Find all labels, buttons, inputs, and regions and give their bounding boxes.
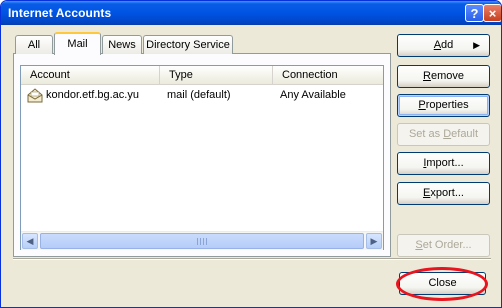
list-header: Account Type Connection (21, 66, 383, 85)
import-button[interactable]: Import... (397, 152, 490, 175)
import-label: mport... (426, 157, 464, 169)
remove-label: emove (430, 70, 464, 82)
tab-all[interactable]: All (15, 35, 53, 54)
column-header-connection[interactable]: Connection (273, 66, 383, 84)
mail-account-icon (27, 88, 43, 103)
scrollbar-thumb[interactable] (40, 233, 364, 249)
set-default-label-pre: Set as (408, 128, 444, 140)
account-name: kondor.etf.bg.ac.yu (46, 89, 139, 101)
scroll-left-icon[interactable]: ◀ (22, 233, 38, 249)
account-connection: Any Available (280, 89, 346, 101)
remove-button[interactable]: Remove (397, 65, 490, 88)
horizontal-scrollbar[interactable]: ◀ ▶ (21, 231, 383, 250)
set-as-default-button[interactable]: Set as Default (397, 123, 490, 146)
export-label: xport... (430, 187, 464, 199)
accounts-list[interactable]: Account Type Connection kondor.etf.bg.ac… (20, 65, 384, 250)
column-header-account[interactable]: Account (21, 66, 160, 84)
table-row[interactable]: kondor.etf.bg.ac.yu mail (default) Any A… (21, 86, 383, 104)
set-order-button[interactable]: Set Order... (397, 234, 490, 257)
set-order-label-post: et Order... (422, 239, 472, 251)
export-button[interactable]: Export... (397, 182, 490, 205)
window-close-button[interactable]: × (483, 4, 501, 22)
grip-icon (197, 238, 207, 245)
remove-access-key: R (423, 70, 431, 82)
set-default-access-key: D (443, 128, 452, 140)
add-button[interactable]: Add ▶ (397, 34, 490, 57)
title-bar[interactable]: Internet Accounts ? × (1, 1, 501, 25)
scroll-right-icon[interactable]: ▶ (366, 233, 382, 249)
account-type: mail (default) (167, 89, 231, 101)
add-access-key: A (433, 39, 442, 51)
help-button[interactable]: ? (465, 4, 484, 22)
close-button[interactable]: Close (399, 272, 486, 295)
separator (13, 258, 491, 260)
set-default-label-post: efault (451, 128, 479, 140)
properties-label: roperties (425, 99, 469, 111)
tab-news[interactable]: News (102, 35, 142, 54)
internet-accounts-window: Internet Accounts ? × All Mail News Dire… (0, 0, 502, 308)
set-order-access-key: S (415, 239, 423, 251)
add-label: dd (441, 39, 454, 51)
tab-directory-service[interactable]: Directory Service (143, 35, 233, 54)
tab-mail[interactable]: Mail (54, 32, 101, 55)
window-title: Internet Accounts (8, 6, 112, 20)
properties-button[interactable]: Properties (397, 94, 490, 117)
column-header-type[interactable]: Type (160, 66, 273, 84)
properties-access-key: P (418, 99, 426, 111)
triangle-right-icon: ▶ (473, 40, 480, 50)
